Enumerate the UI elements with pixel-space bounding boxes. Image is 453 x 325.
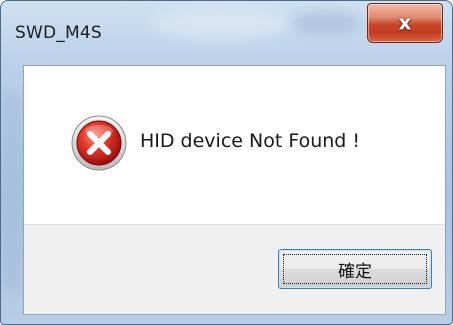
dialog-window: SWD_M4S x HID device Not Found ! 確定 (0, 0, 453, 325)
error-message: HID device Not Found ! (140, 130, 361, 152)
button-panel: 確定 (24, 224, 445, 314)
title-bar[interactable]: SWD_M4S x (1, 1, 452, 65)
message-panel: HID device Not Found ! (24, 66, 445, 224)
error-icon (71, 115, 127, 171)
dialog-client-area: HID device Not Found ! 確定 (23, 65, 446, 315)
window-title: SWD_M4S (15, 23, 102, 43)
close-icon: x (398, 10, 412, 35)
focus-rectangle: 確定 (283, 254, 427, 284)
close-button[interactable]: x (367, 3, 443, 43)
glass-highlight (1, 91, 23, 291)
ok-button-label: 確定 (338, 261, 372, 282)
ok-button[interactable]: 確定 (278, 249, 432, 289)
